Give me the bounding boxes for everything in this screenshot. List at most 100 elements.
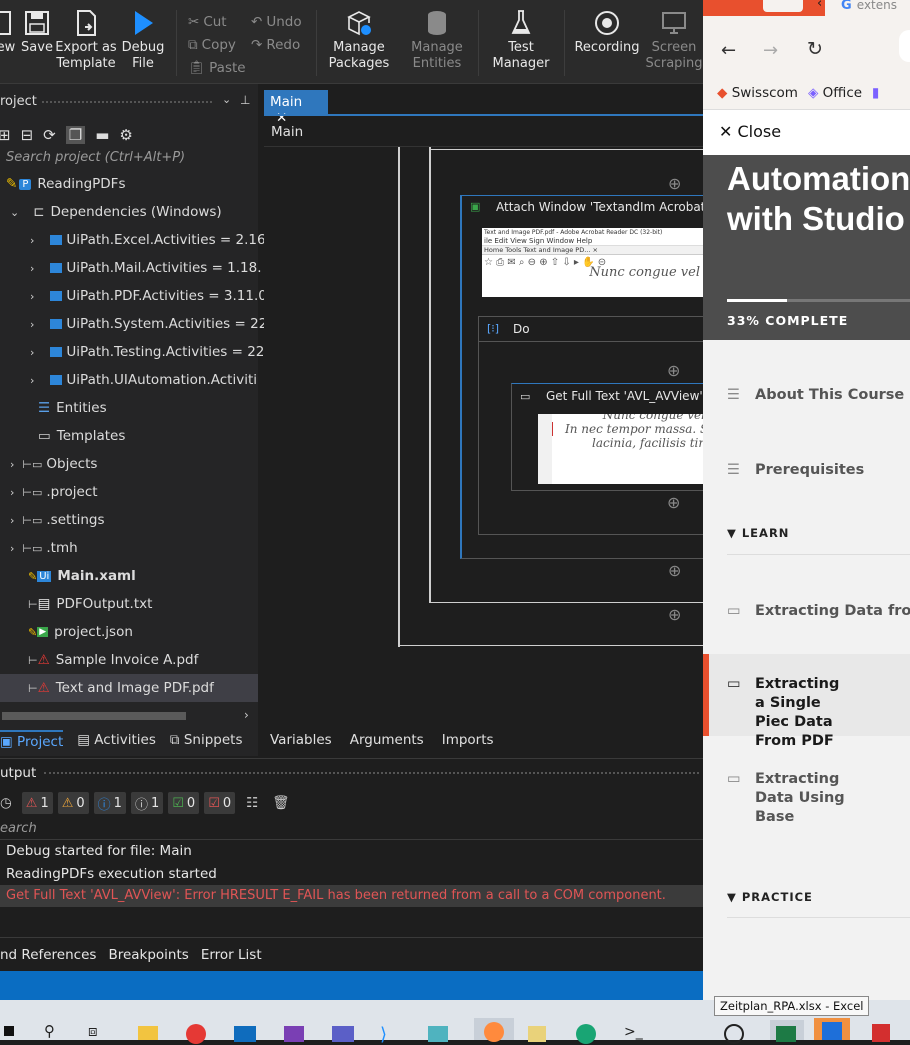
save-button[interactable]: Save bbox=[20, 6, 54, 82]
test-manager-button[interactable]: Test Manager bbox=[486, 6, 556, 82]
tree-file[interactable]: ⊢ ⚠ Sample Invoice A.pdf bbox=[28, 646, 198, 674]
section-practice[interactable]: ▼ PRACTICE bbox=[727, 890, 813, 904]
cut-button[interactable]: ✂ Cut bbox=[188, 14, 227, 30]
search-project-input[interactable]: Search project (Ctrl+Alt+P) bbox=[0, 150, 258, 172]
tab-variables[interactable]: Variables bbox=[270, 732, 332, 748]
tree-package[interactable]: › UiPath.UIAutomation.Activiti bbox=[30, 366, 257, 394]
manage-entities-button[interactable]: Manage Entities bbox=[404, 6, 470, 82]
tree-folder[interactable]: › ⊢▭ .tmh bbox=[10, 534, 78, 562]
chevron-right-icon[interactable]: › bbox=[30, 318, 34, 331]
do-sequence[interactable]: [⁝] Do ⊕ ▭ Get Full Text 'AVL_AVView' Nu… bbox=[478, 316, 707, 535]
breadcrumb[interactable]: Main bbox=[271, 124, 303, 140]
tree-package[interactable]: › UiPath.PDF.Activities = 3.11.0 bbox=[30, 282, 267, 310]
bookmark-office[interactable]: ◈ Office bbox=[808, 85, 862, 101]
tree-file[interactable]: ⊢ ▤ PDFOutput.txt bbox=[28, 590, 152, 618]
tree-dependencies[interactable]: ⌄ ⊏ Dependencies (Windows) bbox=[10, 198, 222, 226]
chrome-icon[interactable] bbox=[186, 1024, 206, 1044]
get-full-text-activity[interactable]: ▭ Get Full Text 'AVL_AVView' Nunc congue… bbox=[511, 383, 707, 491]
lesson-extracting-data[interactable]: ▭ Extracting Data from P bbox=[703, 602, 910, 621]
chevron-right-icon[interactable]: › bbox=[30, 234, 34, 247]
filter-trace[interactable]: ⓘ 1 bbox=[130, 792, 164, 814]
chevron-down-icon[interactable]: ⌄ bbox=[10, 206, 19, 219]
refresh-icon[interactable]: ⟳ bbox=[43, 126, 56, 144]
search-icon[interactable]: ⚲ bbox=[44, 1022, 55, 1040]
lock-icon[interactable] bbox=[724, 1024, 744, 1044]
tab-activities[interactable]: ▤ Activities bbox=[77, 732, 156, 748]
file-explorer-icon[interactable] bbox=[138, 1026, 158, 1040]
tree-folder[interactable]: › ⊢▭ .project bbox=[10, 478, 98, 506]
tab-find-references[interactable]: nd References bbox=[0, 947, 96, 963]
lesson-about[interactable]: ☰ About This Course bbox=[703, 386, 910, 405]
section-learn[interactable]: ▼ LEARN bbox=[727, 526, 789, 540]
filter-warnings[interactable]: ⚠ 0 bbox=[57, 792, 89, 814]
add-activity-icon[interactable]: ⊕ bbox=[668, 605, 681, 624]
chevron-right-icon[interactable]: › bbox=[30, 374, 34, 387]
filter-success[interactable]: ☑ 0 bbox=[168, 792, 200, 814]
task-view-icon[interactable]: ⧈ bbox=[88, 1022, 98, 1040]
attach-window-activity[interactable]: ▣ Attach Window 'TextandIm Acrobatsd' Te… bbox=[460, 195, 723, 559]
output-search-input[interactable]: earch bbox=[0, 821, 37, 836]
back-icon[interactable]: ← bbox=[721, 40, 736, 61]
new-button[interactable]: ew bbox=[0, 6, 16, 82]
filter-errors[interactable]: ⚠ 1 bbox=[21, 792, 53, 814]
bookmark-icon[interactable]: ▮ bbox=[872, 85, 879, 101]
tab-snippets[interactable]: ⧉ Snippets bbox=[170, 732, 243, 748]
tree-folder[interactable]: › ⊢▭ .settings bbox=[10, 506, 105, 534]
expand-all-icon[interactable]: ⊞ bbox=[0, 126, 11, 144]
redo-button[interactable]: ↷ Redo bbox=[251, 37, 300, 53]
tree-folder[interactable]: › ⊢▭ Objects bbox=[10, 450, 97, 478]
add-activity-icon[interactable]: ⊕ bbox=[667, 361, 680, 380]
chevron-down-icon[interactable]: ⌄ bbox=[222, 93, 231, 106]
terminal-icon[interactable]: >_ bbox=[624, 1024, 643, 1040]
chevron-right-icon[interactable]: › bbox=[10, 542, 14, 555]
address-bar[interactable] bbox=[899, 30, 910, 62]
tree-package[interactable]: › UiPath.Mail.Activities = 1.18. bbox=[30, 254, 262, 282]
copy-button[interactable]: ⧉ Copy bbox=[188, 37, 236, 53]
folder-icon[interactable]: ▬ bbox=[95, 126, 109, 144]
output-error-row[interactable]: Get Full Text 'AVL_AVView': Error HRESUL… bbox=[0, 885, 703, 907]
screen-scraping-button[interactable]: Screen Scraping bbox=[645, 6, 703, 82]
tab-error-list[interactable]: Error List bbox=[201, 947, 262, 963]
workflow-canvas[interactable]: ⊕ ▣ Attach Window 'TextandIm Acrobatsd' … bbox=[264, 146, 723, 724]
uipath-taskbar-item[interactable] bbox=[814, 1018, 850, 1040]
add-activity-icon[interactable]: ⊕ bbox=[668, 561, 681, 580]
tree-package[interactable]: › UiPath.Testing.Activities = 22 bbox=[30, 338, 264, 366]
tree-package[interactable]: › UiPath.Excel.Activities = 2.16. bbox=[30, 226, 270, 254]
lesson-prerequisites[interactable]: ☰ Prerequisites bbox=[703, 461, 910, 480]
horizontal-scrollbar[interactable] bbox=[2, 712, 186, 720]
browser-active-tab[interactable]: G extens bbox=[825, 0, 910, 16]
collapse-all-icon[interactable]: ⊟ bbox=[21, 126, 34, 144]
vscode-icon[interactable]: ⟩ bbox=[380, 1024, 387, 1045]
tab-breakpoints[interactable]: Breakpoints bbox=[108, 947, 188, 963]
lesson-extracting-using[interactable]: ▭ Extracting Data Using Base bbox=[703, 770, 863, 827]
tab-imports[interactable]: Imports bbox=[442, 732, 494, 748]
excel-taskbar-item[interactable] bbox=[770, 1020, 804, 1042]
start-icon[interactable] bbox=[4, 1026, 14, 1036]
tree-templates[interactable]: ▭ Templates bbox=[38, 422, 125, 450]
tree-package[interactable]: › UiPath.System.Activities = 22 bbox=[30, 310, 267, 338]
tree-file[interactable]: ✎ ▶ project.json bbox=[28, 618, 133, 646]
export-template-button[interactable]: Export as Template bbox=[55, 6, 117, 82]
forward-icon[interactable]: → bbox=[763, 40, 778, 61]
tree-file[interactable]: ⊢ ⚠ Text and Image PDF.pdf bbox=[0, 674, 258, 702]
pin-icon[interactable]: ⊥ bbox=[240, 93, 250, 107]
firefox-taskbar-item[interactable] bbox=[474, 1018, 514, 1042]
tab-arguments[interactable]: Arguments bbox=[350, 732, 424, 748]
tree-root[interactable]: ✎ P ReadingPDFs bbox=[6, 170, 125, 198]
bookmark-swisscom[interactable]: ◆ Swisscom bbox=[717, 85, 798, 101]
reload-icon[interactable]: ↻ bbox=[807, 38, 823, 60]
tree-file[interactable]: ✎ Ui Main.xaml bbox=[28, 562, 136, 590]
debug-file-button[interactable]: Debug File bbox=[120, 6, 166, 82]
browser-tab[interactable] bbox=[763, 0, 803, 12]
chevron-right-icon[interactable]: › bbox=[10, 486, 14, 499]
edge-icon[interactable] bbox=[576, 1024, 596, 1044]
show-all-files-icon[interactable]: ❐ bbox=[65, 126, 86, 144]
chevron-right-icon[interactable]: › bbox=[30, 290, 34, 303]
tab-project[interactable]: ▣ Project bbox=[0, 730, 64, 750]
chevron-right-icon[interactable]: › bbox=[244, 708, 249, 722]
undo-button[interactable]: ↶ Undo bbox=[251, 14, 302, 30]
acrobat-icon[interactable] bbox=[872, 1024, 890, 1042]
add-activity-icon[interactable]: ⊕ bbox=[667, 493, 680, 512]
tab-main[interactable]: Main ✕ bbox=[264, 90, 328, 126]
gear-icon[interactable]: ⚙ bbox=[119, 126, 132, 144]
